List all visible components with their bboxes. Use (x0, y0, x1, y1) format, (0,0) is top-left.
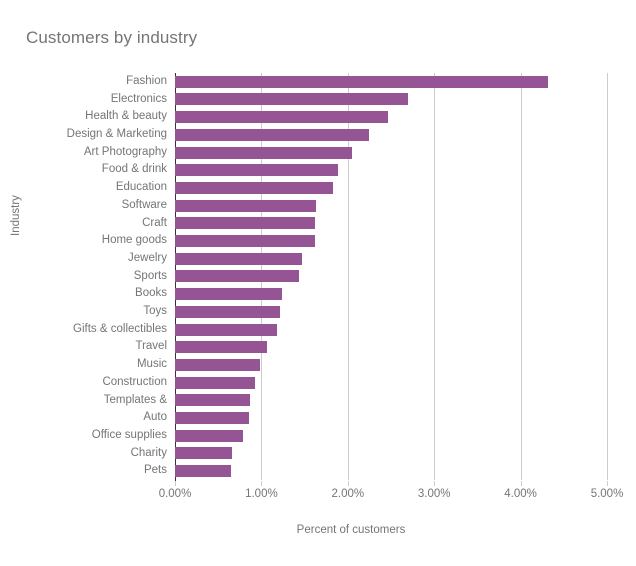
category-label: Electronics (110, 92, 167, 105)
bar-row[interactable]: Home goods (102, 232, 607, 250)
bar-row[interactable]: Toys (143, 303, 607, 321)
bar-row[interactable]: Gifts & collectibles (73, 321, 607, 339)
bar-row[interactable]: Fashion (126, 73, 607, 91)
bar[interactable] (175, 93, 409, 106)
category-label: Health & beauty (85, 110, 167, 123)
bar-row[interactable]: Health & beauty (85, 108, 607, 126)
category-label: Education (115, 181, 167, 194)
bar[interactable] (175, 394, 251, 407)
category-label: Auto (143, 411, 167, 424)
x-axis-title: Percent of customers (0, 524, 636, 536)
bar[interactable] (175, 146, 353, 159)
x-tick-label: 3.00% (417, 488, 451, 500)
bar-row[interactable]: Sports (134, 268, 607, 286)
x-tick-mark (520, 481, 522, 486)
bar-row[interactable]: Craft (142, 215, 607, 233)
bar-row[interactable]: Design & Marketing (67, 126, 607, 144)
category-label: Books (135, 287, 167, 300)
bar[interactable] (175, 164, 339, 177)
category-label: Construction (102, 375, 167, 388)
x-tick-label: 2.00% (331, 488, 365, 500)
bar[interactable] (175, 323, 277, 336)
bar-row[interactable]: Pets (144, 462, 607, 480)
x-tick-mark (175, 481, 176, 486)
x-tick-mark (261, 481, 263, 486)
x-tick-mark (607, 481, 608, 486)
x-axis-title-text: Percent of customers (296, 524, 406, 536)
category-label: Craft (142, 216, 167, 229)
bar[interactable] (175, 75, 549, 88)
bar[interactable] (175, 217, 315, 230)
category-label: Toys (143, 305, 167, 318)
bar[interactable] (175, 111, 389, 124)
x-tick-label: 5.00% (590, 488, 624, 500)
bar[interactable] (175, 341, 267, 354)
category-label: Fashion (126, 75, 167, 87)
category-label: Food & drink (101, 163, 167, 176)
chart-container: Customers by industry Fashion Electronics… (0, 0, 636, 566)
bar[interactable] (175, 412, 250, 424)
bar-row[interactable]: Education (116, 179, 607, 197)
bar-row[interactable]: Art Photography (84, 144, 607, 162)
category-label: Pets (143, 464, 167, 477)
bar-row[interactable]: Jewelry (128, 250, 607, 268)
x-tick-mark (434, 481, 436, 486)
category-label: Sports (133, 269, 167, 282)
bar[interactable] (175, 181, 334, 194)
category-label: Home goods (101, 234, 167, 247)
x-tick-label: 4.00% (504, 488, 537, 500)
x-tick-mark (347, 481, 349, 486)
x-tick-label: 1.00% (245, 488, 278, 500)
bar-row[interactable]: Templates & (104, 392, 607, 410)
bar-row[interactable]: Construction (102, 374, 607, 392)
bar-row[interactable]: Travel (135, 338, 607, 356)
category-label: Gifts & collectibles (73, 322, 167, 335)
bar[interactable] (175, 358, 260, 371)
bar[interactable] (175, 305, 281, 318)
category-label: Templates & (103, 393, 167, 406)
y-axis-title: Industry (10, 195, 22, 236)
category-label: Design & Marketing (66, 128, 167, 141)
bar-row[interactable]: Electronics (111, 91, 607, 109)
bar-row[interactable]: Music (137, 356, 607, 374)
bar-row[interactable]: Books (135, 285, 607, 303)
category-label: Jewelry (128, 251, 167, 264)
bar-row[interactable]: Charity (131, 445, 607, 463)
bar[interactable] (175, 465, 232, 478)
bar[interactable] (175, 199, 316, 212)
category-label: Music (136, 358, 167, 371)
bar-row[interactable]: Office supplies (92, 427, 607, 445)
plot-area: Fashion Electronics Health & beauty Design … (67, 73, 608, 480)
bar[interactable] (175, 429, 244, 442)
bar[interactable] (175, 288, 283, 301)
x-tick-label: 0.00% (158, 488, 192, 500)
category-label: Office supplies (91, 428, 167, 441)
gridline (607, 73, 608, 480)
bar-row[interactable]: Software (122, 197, 607, 215)
bar[interactable] (175, 128, 370, 141)
category-label: Art Photography (83, 145, 167, 158)
bar[interactable] (175, 252, 302, 265)
bar-row[interactable]: Auto (143, 409, 607, 427)
chart-title: Customers by industry (26, 28, 198, 47)
category-label: Charity (130, 446, 167, 459)
bar-row[interactable]: Food & drink (102, 161, 607, 179)
bar[interactable] (175, 235, 315, 248)
category-label: Travel (135, 340, 167, 353)
bar[interactable] (175, 270, 299, 283)
bar[interactable] (175, 376, 256, 389)
category-label: Software (121, 198, 167, 211)
bar[interactable] (175, 447, 233, 460)
